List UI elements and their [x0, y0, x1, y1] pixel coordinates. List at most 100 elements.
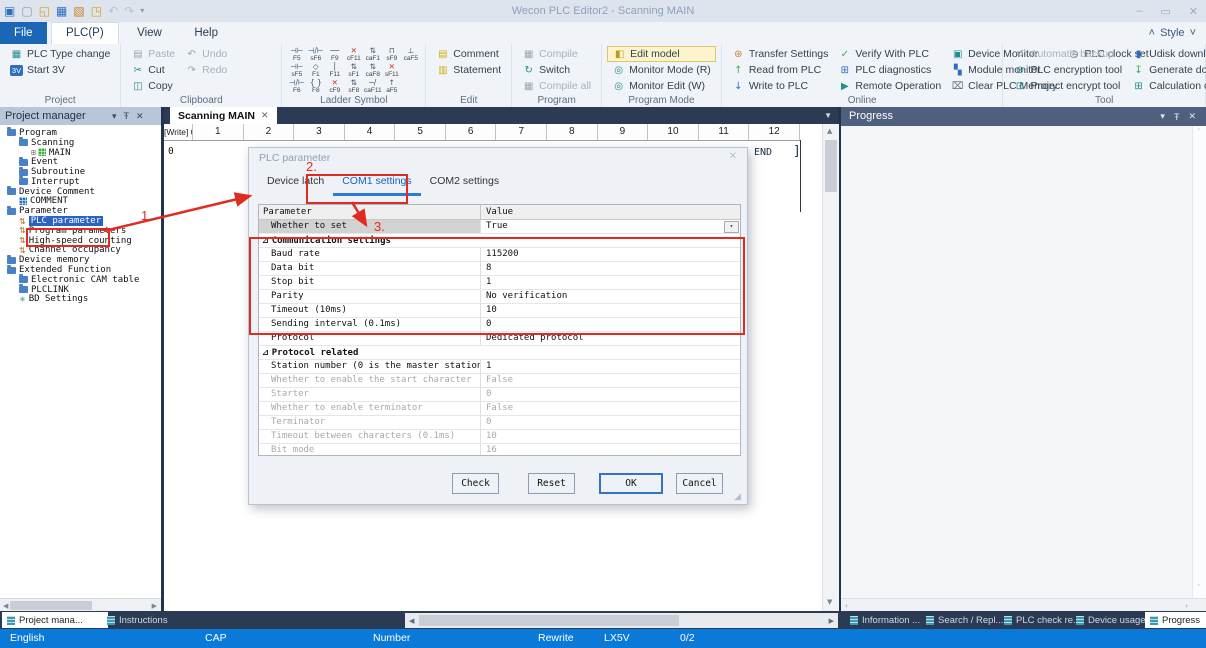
cut-button[interactable]: ✂ Cut	[126, 62, 180, 78]
table-row-timeout[interactable]: Timeout (10ms) 10	[259, 304, 740, 318]
ladder-symbol-button[interactable]: ⊣⊢sF5	[287, 62, 306, 78]
tree-item-device-memory[interactable]: Device memory	[0, 255, 161, 265]
redo-button[interactable]: ↷ Redo	[180, 62, 232, 78]
ladder-symbol-button[interactable]: { }F8	[306, 78, 325, 94]
value-cell[interactable]: Dedicated protocol	[481, 332, 740, 345]
ladder-symbol-button[interactable]: ⇅caF8	[363, 62, 382, 78]
table-row-station-number[interactable]: Station number (0 is the master station)…	[259, 360, 740, 374]
editor-hscrollbar[interactable]: ◀ ▶	[405, 613, 838, 628]
editor-vscrollbar[interactable]: ▲ ▼	[822, 124, 839, 612]
value-cell[interactable]: No verification	[481, 290, 740, 303]
scroll-up-icon[interactable]: ▲	[827, 127, 832, 135]
progress-vscrollbar[interactable]: ˄ ˅	[1192, 126, 1206, 598]
tree-item-interrupt[interactable]: Interrupt	[0, 177, 161, 187]
remote-operation-button[interactable]: ▶ Remote Operation	[833, 78, 946, 94]
tree-item-comment[interactable]: COMMENT	[0, 197, 161, 207]
undo-icon[interactable]: ↶	[108, 2, 118, 20]
value-cell[interactable]: 115200	[481, 248, 740, 261]
pin-icon[interactable]: Ŧ	[124, 111, 130, 121]
close-icon[interactable]: ✕	[1188, 111, 1196, 122]
scroll-left-icon[interactable]: ◀	[3, 602, 8, 610]
save-icon[interactable]: ▦	[56, 2, 67, 20]
ok-button[interactable]: OK	[599, 473, 663, 494]
value-cell[interactable]: 0	[481, 318, 740, 331]
bottom-tab-search-replace[interactable]: Search / Repl...	[921, 612, 1003, 628]
tree-item-parameter[interactable]: Parameter	[0, 206, 161, 216]
scroll-down-icon[interactable]: ˅	[1197, 584, 1201, 592]
table-row-sending-interval[interactable]: Sending interval (0.1ms) 0	[259, 318, 740, 332]
project-tree-hscrollbar[interactable]: ◀ ▶	[0, 598, 161, 612]
tree-item-event[interactable]: Event	[0, 157, 161, 167]
table-group-protocol-related[interactable]: ⊿Protocol related	[259, 346, 740, 360]
start-3v-button[interactable]: 3V Start 3V	[5, 62, 115, 78]
tree-item-program-parameters[interactable]: ⇅Program parameters	[0, 226, 161, 236]
table-row-stop-bit[interactable]: Stop bit 1	[259, 276, 740, 290]
tab-list-icon[interactable]: ▼	[824, 111, 832, 120]
reset-button[interactable]: Reset	[528, 473, 575, 494]
ladder-symbol-button[interactable]: ↑aF5	[382, 78, 401, 94]
copy-button[interactable]: ◫ Copy	[126, 78, 180, 94]
table-row-enable-start-character[interactable]: Whether to enable the start character Fa…	[259, 374, 740, 388]
pin-icon[interactable]: Ŧ	[1174, 112, 1180, 122]
scroll-left-icon[interactable]: ‹	[845, 602, 848, 610]
compile-button[interactable]: ▦ Compile	[517, 46, 596, 62]
paste-button[interactable]: ▤ Paste	[126, 46, 180, 62]
close-icon[interactable]: ✕	[136, 111, 144, 122]
scroll-right-icon[interactable]: ›	[1185, 602, 1188, 610]
tab-close-icon[interactable]: ✕	[261, 110, 269, 121]
bottom-tab-instructions[interactable]: Instructions	[102, 612, 202, 628]
statement-button[interactable]: ▥ Statement	[431, 62, 506, 78]
tree-item-high-speed-counting[interactable]: ⇅High-speed counting	[0, 236, 161, 246]
table-row-enable-terminator[interactable]: Whether to enable terminator False	[259, 402, 740, 416]
tree-item-channel-occupancy[interactable]: ⇅Channel occupancy	[0, 246, 161, 256]
tree-item-plc-parameter[interactable]: ⇅PLC parameter	[0, 216, 161, 226]
bottom-tab-information[interactable]: Information ...	[845, 612, 925, 628]
comment-button[interactable]: ▤ Comment	[431, 46, 506, 62]
ladder-symbol-button[interactable]: ✕sF11	[382, 62, 401, 78]
table-row-data-bit[interactable]: Data bit 8	[259, 262, 740, 276]
value-cell[interactable]: 1	[481, 276, 740, 289]
close-project-icon[interactable]: ◳	[91, 2, 102, 20]
tree-item-extended-function[interactable]: Extended Function	[0, 265, 161, 275]
dialog-tab-com1-settings[interactable]: COM1 settings	[333, 170, 420, 196]
transfer-settings-button[interactable]: ⊛ Transfer Settings	[727, 46, 834, 62]
switch-button[interactable]: ↻ Switch	[517, 62, 596, 78]
ladder-symbol-button[interactable]: ⇅sF8	[344, 78, 363, 94]
plc-encryption-tool-button[interactable]: ⊙ PLC encryption tool	[1008, 62, 1127, 78]
tree-item-program[interactable]: Program	[0, 128, 161, 138]
value-cell[interactable]: True	[481, 220, 740, 233]
monitor-edit-button[interactable]: ◎ Monitor Edit (W)	[607, 78, 716, 94]
close-button[interactable]: ✕	[1189, 5, 1198, 18]
dropdown-icon[interactable]: ▾	[724, 221, 739, 233]
verify-with-plc-button[interactable]: ✓ Verify With PLC	[833, 46, 946, 62]
redo-icon[interactable]: ↷	[124, 2, 134, 20]
write-to-plc-button[interactable]: ↓ Write to PLC	[727, 78, 834, 94]
panel-menu-icon[interactable]: ▾	[112, 111, 117, 122]
bottom-tab-progress[interactable]: Progress	[1145, 612, 1206, 628]
table-row-bit-mode[interactable]: Bit mode 16	[259, 444, 740, 456]
ladder-symbol-button[interactable]: ◇F1	[306, 62, 325, 78]
scrollbar-thumb[interactable]	[825, 140, 837, 192]
tree-item-bd-settings[interactable]: ✳BD Settings	[0, 295, 161, 305]
bottom-tab-device-usage[interactable]: Device usage...	[1071, 612, 1149, 628]
plc-diagnostics-button[interactable]: ⊞ PLC diagnostics	[833, 62, 946, 78]
dialog-tab-device-latch[interactable]: Device latch	[258, 170, 333, 196]
scrollbar-thumb[interactable]	[419, 615, 679, 626]
table-group-communication-settings[interactable]: ⊿Communication settings	[259, 234, 740, 248]
udisk-download-button[interactable]: ▮ Udisk download	[1127, 46, 1206, 62]
compile-all-button[interactable]: ▦ Compile all	[517, 78, 596, 94]
ladder-symbol-button[interactable]: ⊣/⊢F6	[287, 78, 306, 94]
project-encrypt-tool-button[interactable]: ⊡ Project encrypt tool	[1008, 78, 1127, 94]
scroll-left-icon[interactable]: ◀	[409, 617, 414, 625]
ladder-symbol-button[interactable]: │F11	[325, 62, 344, 78]
scroll-right-icon[interactable]: ▶	[829, 617, 834, 625]
collapse-ribbon-icon[interactable]: ˄	[1149, 27, 1155, 39]
bottom-tab-plc-check[interactable]: PLC check re...	[999, 612, 1075, 628]
generate-download-file-button[interactable]: ↧ Generate download file	[1127, 62, 1206, 78]
progress-hscrollbar[interactable]: ‹ ›	[841, 598, 1206, 612]
tab-view[interactable]: View	[123, 22, 176, 44]
scroll-down-icon[interactable]: ▼	[827, 598, 832, 606]
ladder-symbol-button[interactable]: ⊥caF5	[401, 46, 420, 62]
scroll-right-icon[interactable]: ▶	[152, 602, 157, 610]
ladder-symbol-button[interactable]: ⊓sF9	[382, 46, 401, 62]
